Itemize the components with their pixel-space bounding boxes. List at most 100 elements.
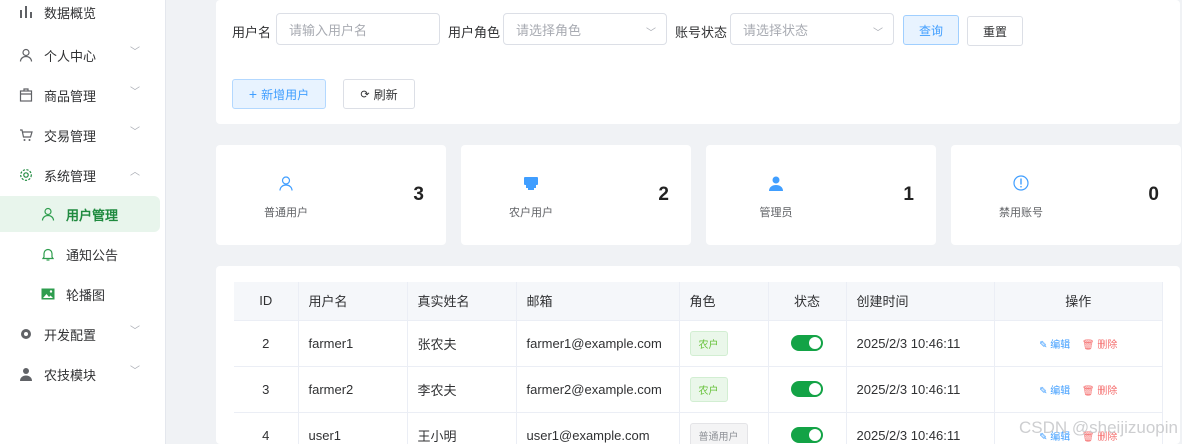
username-input[interactable]: 请输入用户名 — [276, 13, 440, 45]
query-button[interactable]: 查询 — [903, 15, 959, 45]
goods-icon — [18, 87, 34, 103]
shop-icon — [523, 175, 539, 191]
trash-icon: 🗑 — [1081, 339, 1095, 351]
role-select[interactable]: 请选择角色 ﹀ — [503, 13, 667, 45]
stat-label: 农户用户 — [509, 207, 553, 219]
sidebar-item-label: 交易管理 — [44, 128, 97, 144]
bell-icon — [40, 246, 56, 262]
table-header-row: ID 用户名 真实姓名 邮箱 角色 状态 创建时间 操作 — [234, 282, 1163, 321]
cell-realname: 张农夫 — [407, 320, 517, 367]
stat-card-admins: 管理员 1 — [706, 145, 936, 245]
cart-icon — [18, 127, 34, 143]
user-outline-icon — [278, 175, 294, 191]
plus-icon: + — [248, 86, 258, 102]
cell-username: farmer1 — [298, 320, 408, 367]
chevron-down-icon: ﹀ — [130, 127, 140, 138]
role-tag: 农户 — [689, 330, 728, 356]
sidebar-item-profile[interactable]: 个人中心 ﹀ — [0, 37, 166, 73]
image-icon — [40, 286, 56, 302]
sidebar: 数据概览 个人中心 ﹀ 商品管理 ﹀ 交易管理 ﹀ 系统管理 ︿ 用户管理 通知… — [0, 0, 166, 444]
status-label: 账号状态 — [675, 25, 728, 40]
user-icon — [18, 47, 34, 63]
chevron-down-icon: ﹀ — [130, 366, 140, 377]
username-label: 用户名 — [232, 25, 272, 40]
cell-username: farmer2 — [298, 366, 408, 413]
role-tag: 普通用户 — [689, 422, 748, 444]
gear-icon — [18, 167, 34, 183]
column-header: ID — [234, 282, 299, 321]
column-header: 邮箱 — [516, 282, 680, 321]
sidebar-item-label: 数据概览 — [44, 5, 97, 21]
stat-label: 普通用户 — [264, 207, 308, 219]
cell-role: 普通用户 — [679, 412, 769, 444]
cell-role: 农户 — [679, 366, 769, 413]
sidebar-item-label: 个人中心 — [44, 48, 97, 64]
cell-created: 2025/2/3 10:46:11 — [846, 412, 995, 444]
sidebar-item-user-management[interactable]: 用户管理 — [0, 196, 160, 232]
cell-email: farmer2@example.com — [516, 366, 680, 413]
sidebar-item-label: 通知公告 — [66, 247, 119, 263]
refresh-icon: ⟳ — [360, 88, 370, 101]
stat-card-normal-users: 普通用户 3 — [216, 145, 446, 245]
status-toggle[interactable] — [791, 335, 823, 352]
status-toggle[interactable] — [791, 381, 823, 398]
edit-button[interactable]: ✎ 编辑 — [1039, 386, 1070, 397]
edit-icon: ✎ — [1039, 339, 1048, 351]
sidebar-item-carousel[interactable]: 轮播图 — [0, 276, 160, 312]
stat-value: 0 — [1148, 184, 1159, 205]
status-select[interactable]: 请选择状态 ﹀ — [730, 13, 894, 45]
sidebar-item-notice[interactable]: 通知公告 — [0, 236, 160, 272]
bar-chart-icon — [18, 4, 34, 20]
cell-created: 2025/2/3 10:46:11 — [846, 366, 995, 413]
delete-button[interactable]: 🗑 删除 — [1082, 340, 1117, 351]
sidebar-item-label: 开发配置 — [44, 327, 97, 343]
sidebar-item-trade[interactable]: 交易管理 ﹀ — [0, 117, 166, 153]
cell-realname: 李农夫 — [407, 366, 517, 413]
column-header: 状态 — [768, 282, 847, 321]
sidebar-item-label: 农技模块 — [44, 367, 97, 383]
cell-id: 4 — [234, 412, 299, 444]
table-row: 3 farmer2 李农夫 farmer2@example.com 农户 202… — [234, 366, 1163, 413]
stat-value: 1 — [903, 184, 914, 205]
person-icon — [18, 366, 34, 382]
watermark: CSDN @sheijizuopin — [1019, 418, 1178, 437]
stat-value: 2 — [658, 184, 669, 205]
sidebar-item-label: 商品管理 — [44, 88, 97, 104]
cell-status — [768, 366, 847, 413]
cell-actions: ✎ 编辑 🗑 删除 — [994, 366, 1163, 413]
cell-email: user1@example.com — [516, 412, 680, 444]
sidebar-item-goods[interactable]: 商品管理 ﹀ — [0, 77, 166, 113]
column-header: 创建时间 — [846, 282, 995, 321]
sidebar-item-overview[interactable]: 数据概览 — [0, 0, 166, 30]
sidebar-item-label: 系统管理 — [44, 168, 97, 184]
admin-icon — [768, 175, 784, 191]
chevron-up-icon: ︿ — [130, 167, 140, 178]
cell-actions: ✎ 编辑 🗑 删除 — [994, 320, 1163, 367]
stat-value: 3 — [413, 184, 424, 205]
cell-created: 2025/2/3 10:46:11 — [846, 320, 995, 367]
chevron-down-icon: ﹀ — [646, 28, 656, 39]
status-toggle[interactable] — [791, 427, 823, 444]
user-icon — [40, 206, 56, 222]
cell-role: 农户 — [679, 320, 769, 367]
add-user-button[interactable]: + 新增用户 — [232, 79, 326, 109]
edit-icon: ✎ — [1039, 385, 1048, 397]
role-label: 用户角色 — [448, 25, 501, 40]
sidebar-item-system[interactable]: 系统管理 ︿ — [0, 157, 166, 193]
column-header: 操作 — [994, 282, 1163, 321]
cell-id: 2 — [234, 320, 299, 367]
cell-status — [768, 320, 847, 367]
warning-icon — [1013, 175, 1029, 191]
sidebar-item-label: 轮播图 — [66, 287, 106, 303]
stat-card-farmer-users: 农户用户 2 — [461, 145, 691, 245]
column-header: 用户名 — [298, 282, 408, 321]
delete-button[interactable]: 🗑 删除 — [1082, 386, 1117, 397]
edit-button[interactable]: ✎ 编辑 — [1039, 340, 1070, 351]
refresh-button[interactable]: ⟳ 刷新 — [343, 79, 415, 109]
sidebar-item-agri-tech[interactable]: 农技模块 ﹀ — [0, 356, 166, 392]
cell-realname: 王小明 — [407, 412, 517, 444]
trash-icon: 🗑 — [1081, 385, 1095, 397]
sidebar-item-dev-config[interactable]: 开发配置 ﹀ — [0, 316, 166, 352]
reset-button[interactable]: 重置 — [967, 16, 1023, 46]
cell-id: 3 — [234, 366, 299, 413]
